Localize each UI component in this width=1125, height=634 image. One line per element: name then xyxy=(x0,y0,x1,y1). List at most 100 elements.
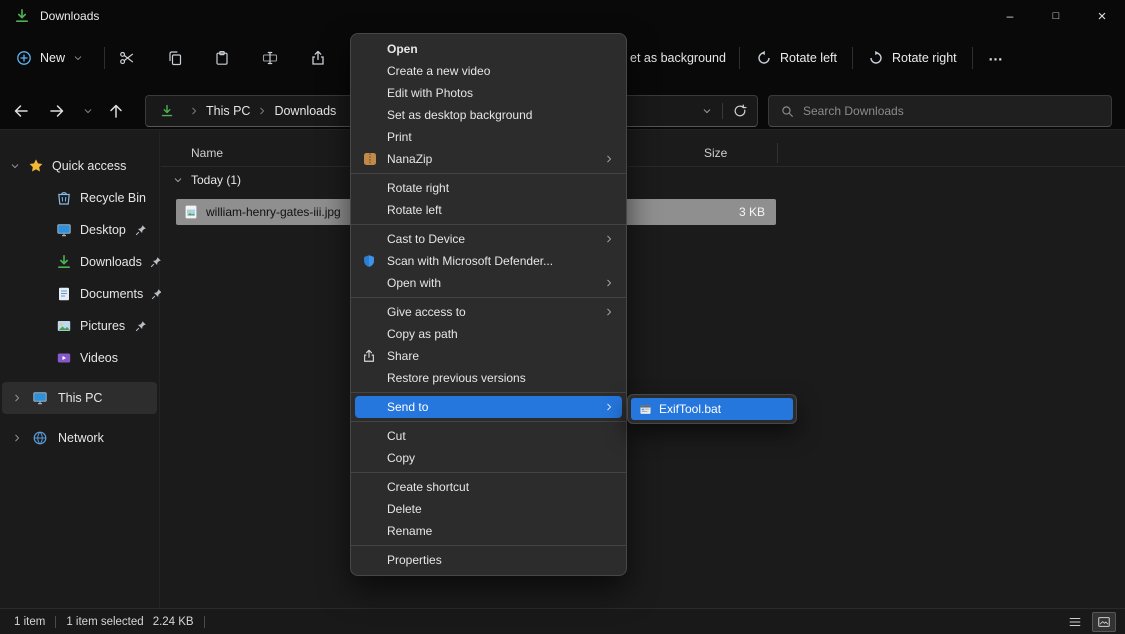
menu-item-create-shortcut[interactable]: Create shortcut xyxy=(351,476,626,498)
list-view-icon xyxy=(1068,615,1082,629)
search-box[interactable] xyxy=(768,95,1112,127)
send-to-submenu: ExifTool.bat xyxy=(627,394,797,424)
column-header-name[interactable]: Name xyxy=(191,146,223,160)
details-view-button[interactable] xyxy=(1063,612,1087,632)
menu-item-delete[interactable]: Delete xyxy=(351,498,626,520)
selection-size: 2.24 KB xyxy=(153,616,194,628)
paste-icon xyxy=(214,50,230,66)
address-dropdown-button[interactable] xyxy=(702,106,712,116)
menu-item-edit-with-photos[interactable]: Edit with Photos xyxy=(351,82,626,104)
menu-item-share[interactable]: Share xyxy=(351,345,626,367)
share-button[interactable] xyxy=(310,50,326,66)
column-divider[interactable] xyxy=(777,143,778,163)
rotate-left-button[interactable]: Rotate left xyxy=(756,50,837,66)
submenu-item-exiftool[interactable]: ExifTool.bat xyxy=(631,398,793,420)
pin-icon xyxy=(135,224,147,236)
more-options-button[interactable]: … xyxy=(988,47,1004,64)
sidebar-item-videos[interactable]: Videos xyxy=(0,342,159,374)
sidebar-item-quick-access[interactable]: Quick access xyxy=(0,150,159,182)
menu-item-send-to[interactable]: Send to xyxy=(355,396,622,418)
rename-button[interactable] xyxy=(262,50,278,66)
forward-button[interactable] xyxy=(49,103,65,119)
menu-item-label: Share xyxy=(387,349,419,363)
back-button[interactable] xyxy=(13,103,29,119)
menu-item-copy-as-path[interactable]: Copy as path xyxy=(351,323,626,345)
rotate-left-label: Rotate left xyxy=(780,51,837,65)
sidebar-item-label: Documents xyxy=(80,287,143,301)
sidebar-item-recycle-bin[interactable]: Recycle Bin xyxy=(0,182,159,214)
up-button[interactable] xyxy=(108,103,124,119)
menu-item-label: Create shortcut xyxy=(387,480,469,494)
cut-button[interactable] xyxy=(119,50,135,66)
menu-item-label: Print xyxy=(387,130,412,144)
sidebar-item-network[interactable]: Network xyxy=(0,422,159,454)
rotate-right-label: Rotate right xyxy=(892,51,957,65)
status-divider xyxy=(204,616,205,628)
menu-item-rotate-right[interactable]: Rotate right xyxy=(351,177,626,199)
menu-item-open-with[interactable]: Open with xyxy=(351,272,626,294)
menu-item-scan-with-microsoft-defender[interactable]: Scan with Microsoft Defender... xyxy=(351,250,626,272)
minimize-button[interactable]: – xyxy=(987,0,1033,32)
paste-button[interactable] xyxy=(214,50,230,66)
menu-item-print[interactable]: Print xyxy=(351,126,626,148)
menu-item-cast-to-device[interactable]: Cast to Device xyxy=(351,228,626,250)
maximize-button[interactable]: □ xyxy=(1033,0,1079,32)
menu-item-label: Copy xyxy=(387,451,415,465)
sidebar-item-desktop[interactable]: Desktop xyxy=(0,214,159,246)
menu-item-create-a-new-video[interactable]: Create a new video xyxy=(351,60,626,82)
cut-icon xyxy=(119,50,135,66)
rotate-right-button[interactable]: Rotate right xyxy=(868,50,957,66)
new-button[interactable]: New xyxy=(16,50,83,66)
arrow-up-icon xyxy=(108,103,124,119)
copy-button[interactable] xyxy=(167,50,183,66)
menu-separator xyxy=(351,297,626,298)
selection-count: 1 item selected xyxy=(66,616,143,628)
menu-item-give-access-to[interactable]: Give access to xyxy=(351,301,626,323)
file-name: william-henry-gates-iii.jpg xyxy=(206,205,341,219)
search-input[interactable] xyxy=(803,104,1099,118)
close-button[interactable]: × xyxy=(1079,0,1125,32)
file-size: 3 KB xyxy=(739,205,765,219)
recent-locations-button[interactable] xyxy=(83,106,93,116)
sidebar-item-pictures[interactable]: Pictures xyxy=(0,310,159,342)
breadcrumb-this-pc[interactable]: This PC xyxy=(206,104,250,118)
menu-item-label: Set as desktop background xyxy=(387,108,532,122)
menu-item-set-as-desktop-background[interactable]: Set as desktop background xyxy=(351,104,626,126)
exiftool-icon xyxy=(639,403,652,416)
share-icon xyxy=(310,50,326,66)
menu-item-label: Cut xyxy=(387,429,406,443)
menu-item-nanazip[interactable]: NanaZip xyxy=(351,148,626,170)
column-header-size[interactable]: Size xyxy=(704,146,727,160)
thumbnail-view-button[interactable] xyxy=(1092,612,1116,632)
refresh-button[interactable] xyxy=(733,104,747,118)
submenu-arrow-icon xyxy=(604,402,614,412)
menu-item-cut[interactable]: Cut xyxy=(351,425,626,447)
submenu-arrow-icon xyxy=(604,278,614,288)
menu-item-label: Cast to Device xyxy=(387,232,465,246)
sidebar-item-label: Videos xyxy=(80,351,118,365)
downloads-folder-icon xyxy=(14,8,30,24)
image-file-icon xyxy=(183,204,199,220)
set-as-background-button[interactable]: et as background xyxy=(630,51,726,65)
menu-item-rename[interactable]: Rename xyxy=(351,520,626,542)
address-bar-controls xyxy=(702,103,747,119)
menu-separator xyxy=(351,472,626,473)
sidebar-item-documents[interactable]: Documents xyxy=(0,278,159,310)
downloads-folder-icon xyxy=(160,104,174,118)
menu-item-restore-previous-versions[interactable]: Restore previous versions xyxy=(351,367,626,389)
toolbar-divider xyxy=(104,47,105,69)
menu-separator xyxy=(351,545,626,546)
menu-item-rotate-left[interactable]: Rotate left xyxy=(351,199,626,221)
menu-item-copy[interactable]: Copy xyxy=(351,447,626,469)
chevron-right-icon xyxy=(12,433,22,443)
sidebar-item-this-pc[interactable]: This PC xyxy=(2,382,157,414)
toolbar-divider xyxy=(972,47,973,69)
sidebar-item-downloads[interactable]: Downloads xyxy=(0,246,159,278)
group-header-today[interactable]: Today (1) xyxy=(173,173,241,187)
menu-item-properties[interactable]: Properties xyxy=(351,549,626,571)
sidebar-item-label: Downloads xyxy=(80,255,142,269)
file-explorer-window: Downloads – □ × New et as background xyxy=(0,0,1125,634)
menu-item-open[interactable]: Open xyxy=(351,38,626,60)
breadcrumb-downloads[interactable]: Downloads xyxy=(274,104,336,118)
copy-icon xyxy=(167,50,183,66)
